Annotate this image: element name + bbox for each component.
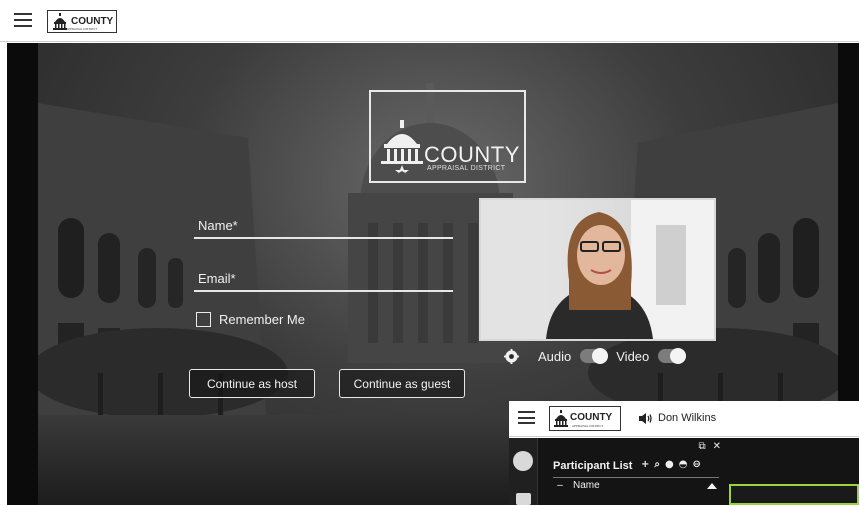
participant-video-tile[interactable] (729, 484, 859, 505)
name-field-label: Name* (198, 218, 238, 233)
participant-row[interactable] (553, 497, 719, 505)
camera-preview (479, 198, 716, 341)
remember-me-label: Remember Me (219, 312, 305, 327)
media-controls: Audio Video (504, 346, 694, 366)
menu-icon[interactable] (518, 411, 535, 424)
video-label: Video (616, 348, 650, 364)
settings-icon[interactable]: ⊖ (692, 459, 700, 470)
active-speaker: Don Wilkins (639, 412, 716, 424)
audio-toggle[interactable] (580, 348, 609, 364)
participant-list-header: – Name (553, 479, 719, 492)
speaker-icon (639, 412, 652, 424)
collapse-icon[interactable]: – (553, 480, 567, 491)
filter-icon[interactable]: ◓ (679, 459, 688, 470)
continue-as-host-button[interactable]: Continue as host (189, 369, 315, 398)
video-toggle[interactable] (658, 348, 687, 364)
people-icon[interactable] (513, 451, 533, 471)
county-logo[interactable]: COUNTY APPRAISAL DISTRICT (47, 10, 117, 33)
email-field-label: Email* (198, 271, 236, 286)
remember-me-checkbox[interactable] (196, 312, 211, 327)
add-icon[interactable]: + (641, 459, 649, 470)
county-logo[interactable]: COUNTY APPRAISAL DISTRICT (549, 406, 621, 431)
camera-preview-image (481, 200, 714, 339)
hero-logo: COUNTY APPRAISAL DISTRICT (369, 90, 526, 183)
logo-subtitle: APPRAISAL DISTRICT (572, 424, 604, 428)
logo-word: COUNTY (570, 412, 613, 423)
hero-logo-subtitle: APPRAISAL DISTRICT (427, 165, 506, 172)
continue-as-guest-button[interactable]: Continue as guest (339, 369, 465, 398)
chat-icon[interactable] (516, 493, 531, 505)
settings-gear-icon[interactable] (504, 348, 519, 364)
side-rail (509, 438, 538, 505)
name-column-header[interactable]: Name (573, 480, 600, 491)
meeting-window-body: ⧉ ✕ Participant List + ⌕ ● ◓ ⊖ – Name (509, 438, 859, 505)
capitol-dome-icon (381, 120, 423, 174)
active-speaker-name: Don Wilkins (658, 412, 717, 424)
popout-icon[interactable]: ⧉ (698, 441, 705, 452)
meeting-window-header: COUNTY APPRAISAL DISTRICT Don Wilkins (509, 401, 859, 437)
email-field[interactable] (194, 290, 453, 292)
logo-word: COUNTY (71, 15, 114, 27)
participant-list-title: Participant List (553, 460, 633, 472)
participant-panel: ⧉ ✕ Participant List + ⌕ ● ◓ ⊖ – Name (543, 438, 729, 505)
name-field[interactable] (194, 237, 453, 239)
close-icon[interactable]: ✕ (713, 441, 721, 452)
sort-ascending-icon[interactable] (707, 482, 717, 489)
capitol-dome-icon (554, 410, 568, 427)
top-bar: COUNTY APPRAISAL DISTRICT (0, 0, 859, 42)
search-icon[interactable]: ⌕ (654, 459, 660, 470)
menu-icon[interactable] (14, 13, 32, 27)
audio-label: Audio (538, 348, 572, 364)
meeting-window: COUNTY APPRAISAL DISTRICT Don Wilkins ⧉ … (509, 401, 859, 505)
info-icon[interactable]: ● (665, 459, 674, 470)
logo-subtitle: APPRAISAL DISTRICT (66, 27, 98, 31)
